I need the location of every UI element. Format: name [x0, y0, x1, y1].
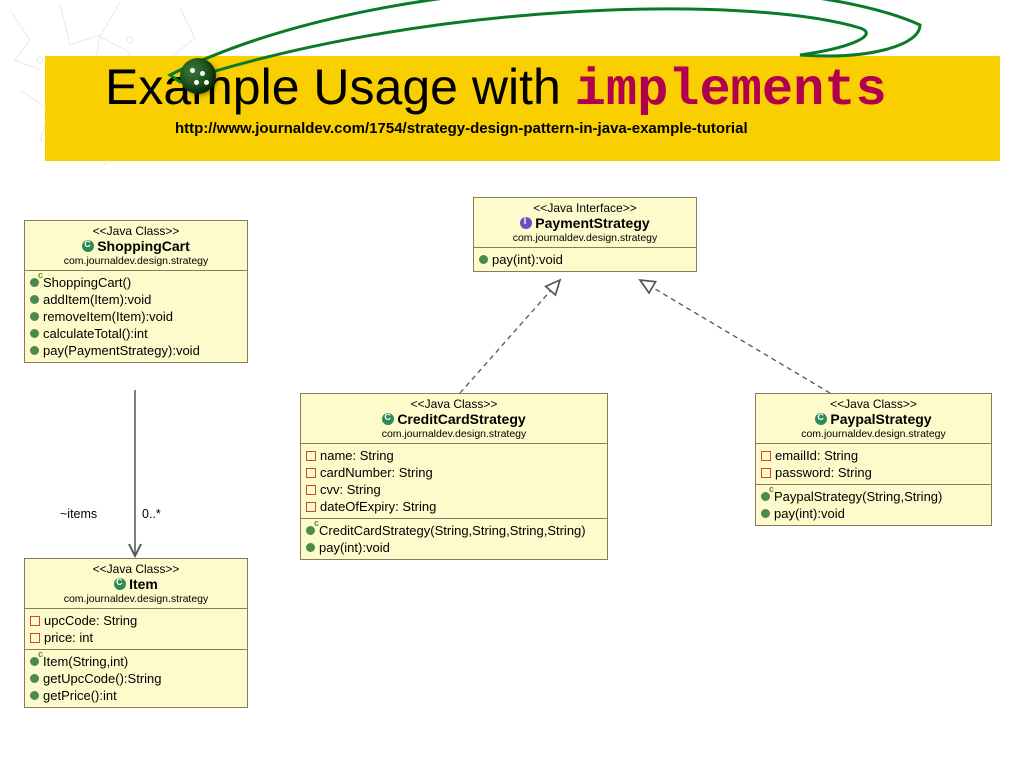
uml-interface-paymentstrategy: <<Java Interface>> PaymentStrategy com.j…: [473, 197, 697, 272]
bullet-decoration: [180, 58, 216, 94]
constructor-icon: [306, 526, 315, 535]
title-text: Example Usage with: [105, 59, 575, 115]
attributes-section: upcCode: String price: int: [25, 609, 247, 650]
stereotype: <<Java Class>>: [307, 397, 601, 411]
attribute-icon: [306, 468, 316, 478]
attribute: dateOfExpiry: String: [320, 499, 436, 514]
package-name: com.journaldev.design.strategy: [307, 428, 601, 440]
attribute: cardNumber: String: [320, 465, 433, 480]
attribute-icon: [30, 633, 40, 643]
method: calculateTotal():int: [43, 326, 148, 341]
title-keyword: implements: [575, 61, 887, 120]
class-name: PaymentStrategy: [535, 215, 649, 231]
class-name: CreditCardStrategy: [397, 411, 525, 427]
package-name: com.journaldev.design.strategy: [762, 428, 985, 440]
attribute: price: int: [44, 630, 93, 645]
class-icon: [815, 413, 827, 425]
class-name: PaypalStrategy: [830, 411, 931, 427]
methods-section: pay(int):void: [474, 248, 696, 271]
uml-class-paypalstrategy: <<Java Class>> PaypalStrategy com.journa…: [755, 393, 992, 526]
class-icon: [114, 578, 126, 590]
attribute: password: String: [775, 465, 872, 480]
method-icon: [479, 255, 488, 264]
method: getPrice():int: [43, 688, 117, 703]
constructor-icon: [30, 278, 39, 287]
association-multiplicity: 0..*: [142, 507, 161, 521]
method: PaypalStrategy(String,String): [774, 489, 942, 504]
attribute: upcCode: String: [44, 613, 137, 628]
methods-section: PaypalStrategy(String,String) pay(int):v…: [756, 485, 991, 525]
attribute: name: String: [320, 448, 394, 463]
method: ShoppingCart(): [43, 275, 131, 290]
methods-section: ShoppingCart() addItem(Item):void remove…: [25, 271, 247, 362]
attribute-icon: [306, 502, 316, 512]
method: pay(PaymentStrategy):void: [43, 343, 200, 358]
method-icon: [30, 674, 39, 683]
stereotype: <<Java Class>>: [31, 224, 241, 238]
method: CreditCardStrategy(String,String,String,…: [319, 523, 586, 538]
attribute: cvv: String: [320, 482, 381, 497]
attribute-icon: [761, 468, 771, 478]
uml-class-creditcardstrategy: <<Java Class>> CreditCardStrategy com.jo…: [300, 393, 608, 560]
package-name: com.journaldev.design.strategy: [480, 232, 690, 244]
class-name: Item: [129, 576, 158, 592]
attribute: emailId: String: [775, 448, 858, 463]
methods-section: CreditCardStrategy(String,String,String,…: [301, 519, 607, 559]
method: Item(String,int): [43, 654, 128, 669]
attributes-section: name: String cardNumber: String cvv: Str…: [301, 444, 607, 519]
package-name: com.journaldev.design.strategy: [31, 593, 241, 605]
page-title: Example Usage with implements: [105, 56, 1000, 120]
method: removeItem(Item):void: [43, 309, 173, 324]
class-icon: [82, 240, 94, 252]
method-icon: [30, 346, 39, 355]
method: getUpcCode():String: [43, 671, 162, 686]
method-icon: [30, 329, 39, 338]
method: pay(int):void: [492, 252, 563, 267]
attribute-icon: [761, 451, 771, 461]
method-icon: [30, 691, 39, 700]
attribute-icon: [306, 485, 316, 495]
method-icon: [761, 509, 770, 518]
class-icon: [382, 413, 394, 425]
method-icon: [30, 295, 39, 304]
attribute-icon: [306, 451, 316, 461]
constructor-icon: [30, 657, 39, 666]
stereotype: <<Java Class>>: [762, 397, 985, 411]
method-icon: [30, 312, 39, 321]
attribute-icon: [30, 616, 40, 626]
method: addItem(Item):void: [43, 292, 151, 307]
uml-class-item: <<Java Class>> Item com.journaldev.desig…: [24, 558, 248, 708]
constructor-icon: [761, 492, 770, 501]
method-icon: [306, 543, 315, 552]
interface-icon: [520, 217, 532, 229]
attributes-section: emailId: String password: String: [756, 444, 991, 485]
association-role: ~items: [60, 507, 97, 521]
method: pay(int):void: [319, 540, 390, 555]
stereotype: <<Java Interface>>: [480, 201, 690, 215]
method: pay(int):void: [774, 506, 845, 521]
methods-section: Item(String,int) getUpcCode():String get…: [25, 650, 247, 707]
class-name: ShoppingCart: [97, 238, 190, 254]
stereotype: <<Java Class>>: [31, 562, 241, 576]
package-name: com.journaldev.design.strategy: [31, 255, 241, 267]
uml-class-shoppingcart: <<Java Class>> ShoppingCart com.journald…: [24, 220, 248, 363]
source-url: http://www.journaldev.com/1754/strategy-…: [105, 120, 1000, 137]
